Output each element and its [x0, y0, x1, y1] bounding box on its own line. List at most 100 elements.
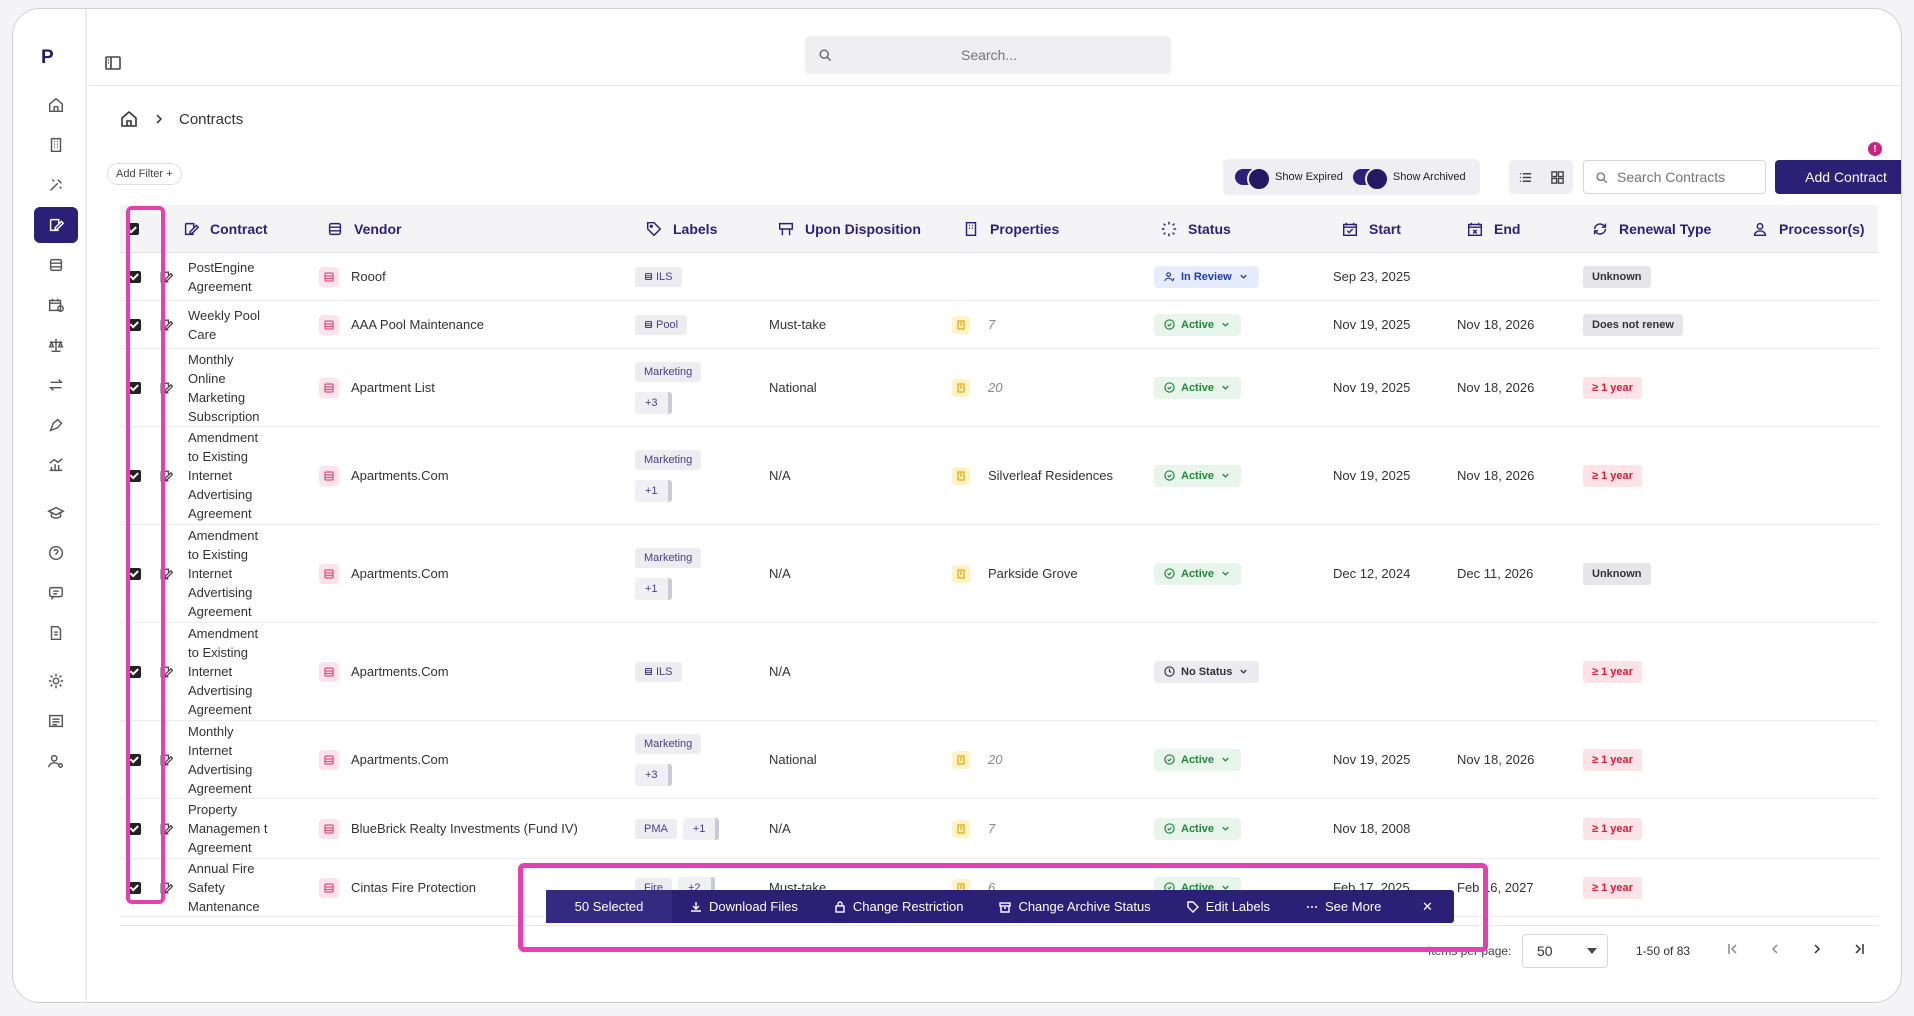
contracts-search[interactable]	[1583, 160, 1766, 194]
vendor-cell[interactable]: AAA Pool Maintenance	[319, 301, 484, 348]
home-icon[interactable]	[34, 87, 78, 123]
label-tag[interactable]: Pool	[635, 314, 688, 335]
contract-name[interactable]: Monthly Internet Advertising Agreement	[188, 722, 268, 798]
table-row[interactable]: Weekly Pool Care AAA Pool Maintenance Po…	[120, 301, 1878, 349]
contract-cell[interactable]: Monthly Online Marketing Subscription	[158, 349, 268, 426]
first-page-icon[interactable]	[1726, 942, 1744, 960]
gear-icon[interactable]	[34, 663, 78, 699]
table-row[interactable]: Amendment to Existing Internet Advertisi…	[120, 623, 1878, 721]
vendor-cell[interactable]: Apartments.Com	[319, 427, 449, 524]
label-tag[interactable]: Marketing	[635, 733, 702, 754]
status-badge[interactable]: Active	[1154, 464, 1242, 487]
label-more-badge[interactable]: +1	[635, 577, 672, 600]
column-contract[interactable]: Contract	[182, 205, 268, 253]
vendor-name[interactable]: AAA Pool Maintenance	[351, 317, 484, 332]
column-processors[interactable]: Processor(s)	[1751, 205, 1865, 253]
column-properties[interactable]: Properties	[962, 205, 1059, 253]
vendor-cell[interactable]: Apartments.Com	[319, 525, 449, 622]
column-vendor[interactable]: Vendor	[326, 205, 401, 253]
vendor-cell[interactable]: BlueBrick Realty Investments (Fund IV)	[319, 799, 578, 858]
calendar-icon[interactable]	[34, 287, 78, 323]
scale-icon[interactable]	[34, 327, 78, 363]
status-badge[interactable]: Active	[1154, 817, 1242, 840]
previous-page-icon[interactable]	[1768, 942, 1786, 960]
vendor-name[interactable]: Apartments.Com	[351, 468, 449, 483]
vendor-name[interactable]: Apartments.Com	[351, 664, 449, 679]
label-tag[interactable]: ILS	[635, 661, 682, 682]
news-icon[interactable]	[34, 703, 78, 739]
vendor-cell[interactable]: Apartment List	[319, 349, 435, 426]
show-archived-toggle[interactable]: Show Archived	[1352, 167, 1466, 191]
contract-name[interactable]: Property Managemen t Agreement	[188, 800, 268, 857]
contract-cell[interactable]: Amendment to Existing Internet Advertisi…	[158, 427, 268, 524]
transfer-icon[interactable]	[34, 367, 78, 403]
vendor-name[interactable]: Rooof	[351, 269, 386, 284]
contract-cell[interactable]: PostEngine Agreement	[158, 253, 268, 300]
grid-view-icon[interactable]	[1550, 170, 1565, 185]
analytics-icon[interactable]	[34, 447, 78, 483]
document-icon[interactable]	[34, 615, 78, 651]
show-expired-toggle[interactable]: Show Expired	[1235, 167, 1343, 191]
label-tag[interactable]: ILS	[635, 266, 682, 287]
vendor-name[interactable]: Apartments.Com	[351, 566, 449, 581]
list-view-icon[interactable]	[1518, 170, 1533, 185]
status-badge[interactable]: Active	[1154, 313, 1242, 336]
education-icon[interactable]	[34, 495, 78, 531]
status-badge[interactable]: Active	[1154, 748, 1242, 771]
label-more-badge[interactable]: +3	[635, 763, 672, 786]
contract-cell[interactable]: Property Managemen t Agreement	[158, 799, 268, 858]
contracts-search-input[interactable]	[1617, 169, 1757, 185]
next-page-icon[interactable]	[1810, 942, 1828, 960]
column-renewal-type[interactable]: Renewal Type	[1591, 205, 1711, 253]
sidebar-toggle-icon[interactable]	[103, 53, 123, 73]
table-row[interactable]: Amendment to Existing Internet Advertisi…	[120, 525, 1878, 623]
tools-icon[interactable]	[34, 167, 78, 203]
building-icon[interactable]	[34, 127, 78, 163]
show-archived-switch[interactable]	[1352, 167, 1389, 191]
vendor-cell[interactable]: Rooof	[319, 253, 386, 300]
vendor-cell[interactable]: Apartments.Com	[319, 623, 449, 720]
contract-cell[interactable]: Amendment to Existing Internet Advertisi…	[158, 623, 268, 720]
table-row[interactable]: Monthly Internet Advertising Agreement A…	[120, 721, 1878, 799]
status-badge[interactable]: No Status	[1154, 660, 1260, 683]
contract-cell[interactable]: Annual Fire Safety Mantenance	[158, 859, 268, 916]
contract-cell[interactable]: Monthly Internet Advertising Agreement	[158, 721, 268, 798]
status-badge[interactable]: Active	[1154, 376, 1242, 399]
column-disposition[interactable]: Upon Disposition	[777, 205, 921, 253]
label-more-badge[interactable]: +1	[635, 479, 672, 502]
column-status[interactable]: Status	[1160, 205, 1231, 253]
info-icon[interactable]: !	[1868, 142, 1882, 156]
status-badge[interactable]: Active	[1154, 562, 1242, 585]
vendor-name[interactable]: Apartment List	[351, 380, 435, 395]
app-logo[interactable]: P	[41, 47, 54, 69]
label-tag[interactable]: Marketing	[635, 361, 702, 382]
property-count[interactable]: 20	[988, 380, 1002, 395]
help-icon[interactable]	[34, 535, 78, 571]
vendor-cell[interactable]: Apartments.Com	[319, 721, 449, 798]
label-more-badge[interactable]: +1	[682, 817, 720, 840]
contract-name[interactable]: Amendment to Existing Internet Advertisi…	[188, 624, 268, 719]
user-settings-icon[interactable]	[34, 743, 78, 779]
vendor-cell[interactable]: Cintas Fire Protection	[319, 859, 476, 916]
table-row[interactable]: PostEngine Agreement Rooof ILS In Review…	[120, 253, 1878, 301]
contracts-icon[interactable]	[34, 207, 78, 243]
contract-name[interactable]: Amendment to Existing Internet Advertisi…	[188, 526, 268, 621]
home-icon[interactable]	[119, 109, 139, 129]
contract-name[interactable]: PostEngine Agreement	[188, 258, 268, 296]
property-count[interactable]: 7	[988, 821, 995, 836]
column-labels[interactable]: Labels	[645, 205, 717, 253]
pen-icon[interactable]	[34, 407, 78, 443]
chat-icon[interactable]	[34, 575, 78, 611]
label-tag[interactable]: Marketing	[635, 449, 702, 470]
column-start[interactable]: Start	[1341, 205, 1401, 253]
search-input[interactable]	[833, 47, 1145, 63]
label-more-badge[interactable]: +3	[635, 391, 672, 414]
contract-name[interactable]: Annual Fire Safety Mantenance	[188, 859, 268, 916]
items-per-page-select[interactable]: 50	[1522, 934, 1608, 968]
last-page-icon[interactable]	[1852, 942, 1870, 960]
contract-name[interactable]: Amendment to Existing Internet Advertisi…	[188, 428, 268, 523]
contract-cell[interactable]: Weekly Pool Care	[158, 301, 268, 348]
show-expired-switch[interactable]	[1235, 167, 1271, 191]
vendor-name[interactable]: BlueBrick Realty Investments (Fund IV)	[351, 821, 578, 836]
table-row[interactable]: Property Managemen t Agreement BlueBrick…	[120, 799, 1878, 859]
